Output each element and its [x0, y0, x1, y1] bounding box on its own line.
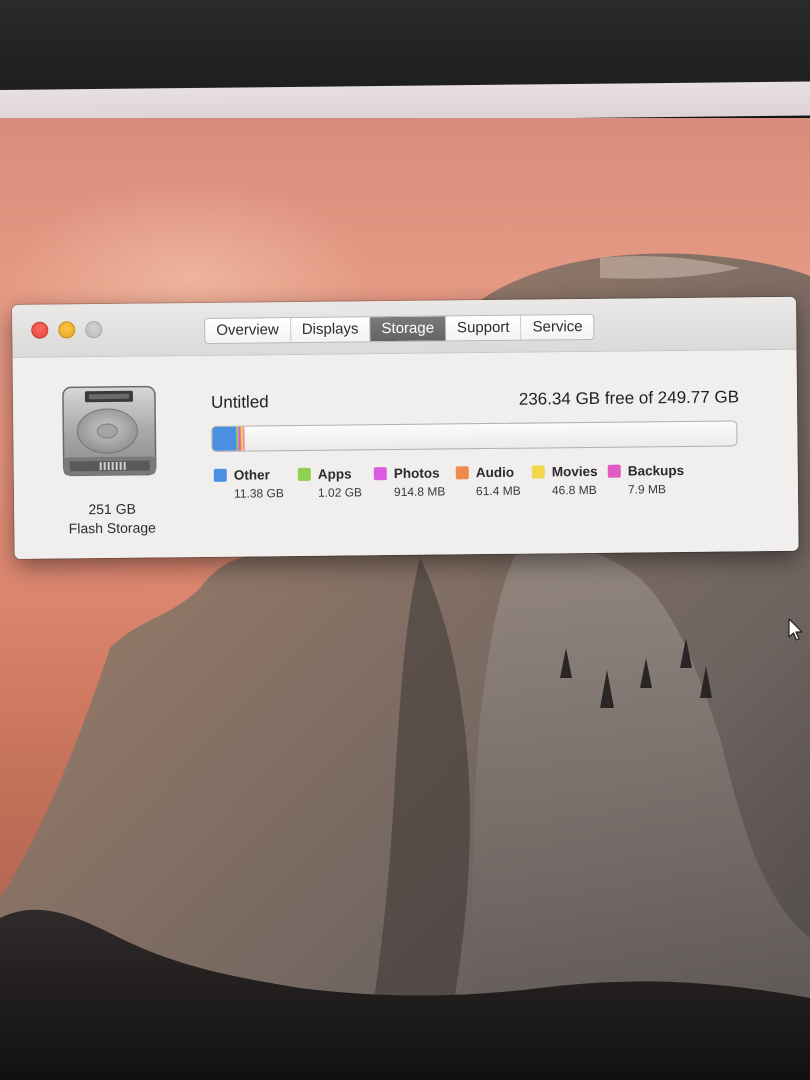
legend-swatch-other: [213, 468, 227, 482]
volume-name: Untitled: [210, 392, 269, 412]
monitor-screen: Overview Displays Storage Support Servic…: [0, 0, 810, 1080]
legend-swatch-apps: [297, 467, 311, 481]
tab-storage[interactable]: Storage: [370, 316, 447, 342]
drive-type: Flash Storage: [68, 519, 156, 537]
hard-drive-icon: [62, 385, 157, 477]
legend-item-audio: Audio 61.4 MB: [455, 463, 532, 499]
mouse-pointer-icon: [788, 618, 803, 641]
wallpaper-mountain: [0, 253, 810, 1080]
legend-value-movies: 46.8 MB: [551, 482, 597, 498]
legend-value-backups: 7.9 MB: [627, 482, 667, 497]
legend-item-other: Other 11.38 GB: [213, 465, 298, 501]
free-space-label: 236.34 GB free of 249.77 GB: [518, 387, 740, 409]
legend-value-photos: 914.8 MB: [393, 484, 446, 500]
legend-label-apps: Apps: [317, 465, 352, 482]
drive-capacity: 251 GB: [88, 500, 136, 518]
legend-value-other: 11.38 GB: [233, 486, 284, 501]
legend-item-backups: Backups 7.9 MB: [607, 461, 698, 497]
legend-item-apps: Apps 1.02 GB: [297, 464, 374, 500]
tab-bar: Overview Displays Storage Support Servic…: [204, 313, 595, 344]
legend-label-audio: Audio: [475, 464, 515, 480]
legend-swatch-audio: [455, 465, 469, 479]
about-this-mac-window: Overview Displays Storage Support Servic…: [12, 296, 799, 559]
storage-segment-other: [212, 426, 237, 451]
legend-value-apps: 1.02 GB: [317, 485, 363, 500]
monitor-bezel: [0, 0, 810, 92]
legend-item-movies: Movies 46.8 MB: [531, 462, 608, 498]
tab-overview[interactable]: Overview: [205, 318, 291, 343]
storage-segment-backups: [243, 426, 245, 451]
legend-swatch-movies: [531, 464, 545, 479]
legend-label-backups: Backups: [627, 462, 685, 479]
legend-item-photos: Photos 914.8 MB: [373, 463, 456, 500]
legend-label-movies: Movies: [551, 463, 598, 479]
close-button[interactable]: [31, 321, 49, 339]
tab-displays[interactable]: Displays: [290, 317, 371, 343]
storage-usage-bar: [211, 420, 738, 452]
legend-value-audio: 61.4 MB: [475, 483, 521, 499]
legend-swatch-photos: [373, 466, 387, 480]
tab-service[interactable]: Service: [521, 314, 594, 340]
storage-panel: 251 GB Flash Storage Untitled 236.34 GB …: [12, 349, 799, 559]
tab-support[interactable]: Support: [445, 315, 522, 341]
legend-label-other: Other: [233, 466, 270, 483]
drive-description: 251 GB Flash Storage: [44, 499, 180, 538]
storage-legend: Other 11.38 GB Apps 1.02 GB Photos 914.8…: [213, 461, 698, 501]
title-bar: Overview Displays Storage Support Servic…: [12, 296, 797, 358]
legend-swatch-backups: [607, 464, 621, 478]
legend-label-photos: Photos: [393, 465, 440, 481]
minimize-button[interactable]: [58, 321, 76, 339]
zoom-button[interactable]: [85, 321, 103, 339]
